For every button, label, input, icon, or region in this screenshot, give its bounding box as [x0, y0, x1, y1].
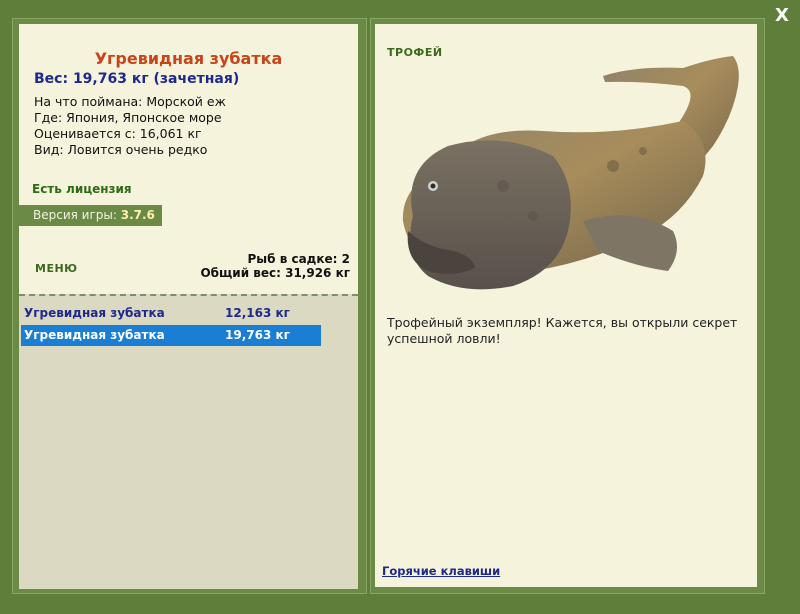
- menu-button[interactable]: МЕНЮ: [35, 262, 78, 275]
- window-close-button[interactable]: X: [770, 4, 794, 28]
- info-trophy-threshold: Оценивается с: 16,061 кг: [34, 126, 202, 141]
- fish-count: Рыб в садке: 2: [247, 252, 351, 266]
- info-bait: На что поймана: Морской еж: [34, 94, 226, 109]
- catch-row-name: Угревидная зубатка: [24, 328, 165, 342]
- catch-row-selected[interactable]: Угревидная зубатка 19,763 кг: [21, 325, 321, 346]
- right-panel: ТРОФЕЙ Трофейный экземпляр! Кажется, вы …: [375, 24, 757, 587]
- version-value: 3.7.6: [120, 208, 155, 222]
- hotkeys-link[interactable]: Горячие клавиши: [382, 564, 500, 578]
- fish-name-title: Угревидная зубатка: [94, 49, 283, 68]
- catch-row[interactable]: Угревидная зубатка 12,163 кг: [21, 303, 321, 324]
- game-version-bar: Версия игры: 3.7.6: [19, 205, 162, 226]
- info-location: Где: Япония, Японское море: [34, 110, 222, 125]
- fish-weight: Вес: 19,763 кг (зачетная): [34, 71, 240, 87]
- left-panel: Угревидная зубатка Вес: 19,763 кг (зачет…: [19, 24, 358, 589]
- catch-list: Угревидная зубатка 12,163 кг Угревидная …: [19, 294, 358, 589]
- info-rarity: Вид: Ловится очень редко: [34, 142, 208, 157]
- wolf-eel-fish-image: [402, 56, 739, 290]
- version-label: Версия игры:: [33, 208, 117, 222]
- catch-row-name: Угревидная зубатка: [24, 306, 165, 320]
- total-weight: Общий вес: 31,926 кг: [200, 266, 350, 280]
- license-status: Есть лицензия: [32, 182, 132, 196]
- trophy-description: Трофейный экземпляр! Кажется, вы открыли…: [387, 315, 738, 346]
- catch-row-weight: 19,763 кг: [225, 328, 290, 342]
- catch-row-weight: 12,163 кг: [225, 306, 290, 320]
